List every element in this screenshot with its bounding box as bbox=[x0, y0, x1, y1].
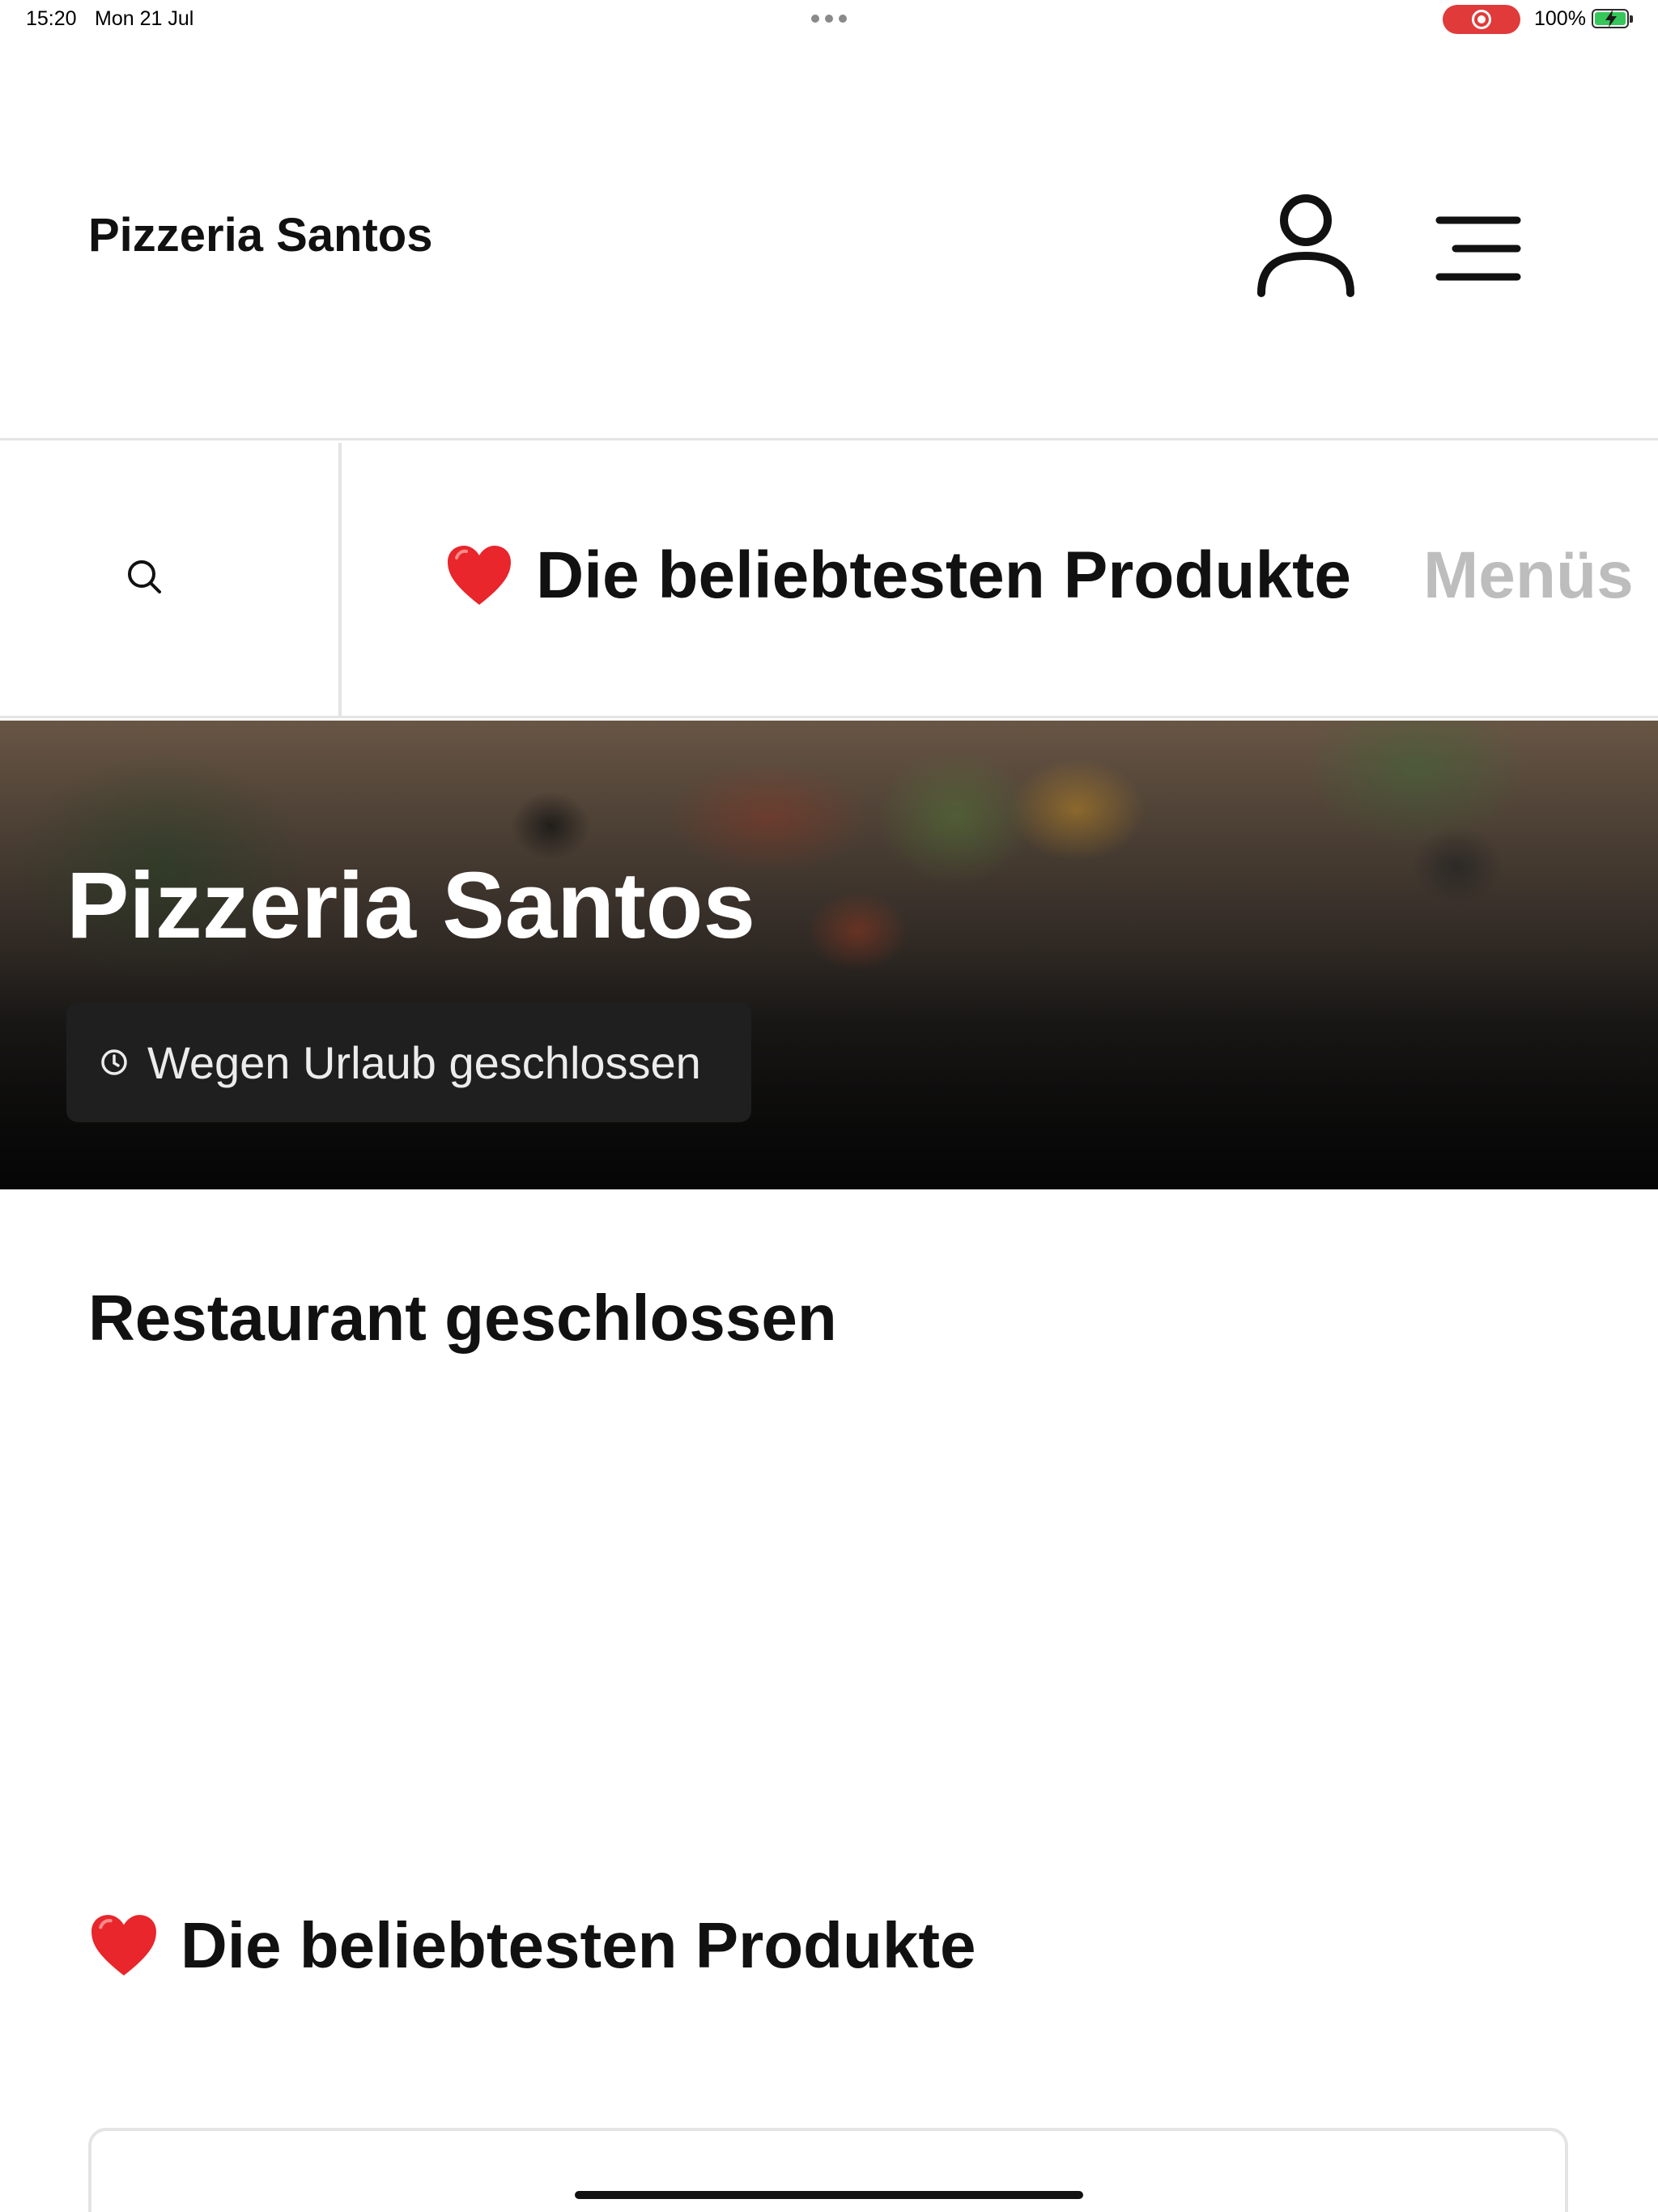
popular-products-heading: Die beliebtesten Produkte bbox=[88, 1912, 976, 1979]
home-indicator[interactable] bbox=[575, 2191, 1083, 2199]
search-button[interactable] bbox=[0, 443, 342, 716]
heart-icon bbox=[448, 546, 511, 605]
account-button[interactable] bbox=[1255, 191, 1357, 301]
opening-status-badge: Wegen Urlaub geschlossen bbox=[66, 1002, 751, 1122]
battery-percent: 100% bbox=[1534, 7, 1586, 30]
tab-popular-products[interactable]: Die beliebtesten Produkte bbox=[445, 542, 1351, 609]
brand-name[interactable]: Pizzeria Santos bbox=[88, 212, 432, 259]
multitasking-dots-icon[interactable] bbox=[811, 15, 847, 23]
menu-button[interactable] bbox=[1433, 212, 1530, 285]
status-bar: 15:20 Mon 21 Jul 100% bbox=[0, 0, 1658, 39]
status-date: Mon 21 Jul bbox=[95, 7, 194, 30]
tab-menus[interactable]: Menüs bbox=[1423, 542, 1634, 609]
opening-status-text: Wegen Urlaub geschlossen bbox=[147, 1036, 701, 1088]
restaurant-closed-heading: Restaurant geschlossen bbox=[88, 1282, 837, 1354]
tab-label: Die beliebtesten Produkte bbox=[536, 538, 1352, 612]
search-icon bbox=[128, 560, 161, 593]
status-time: 15:20 bbox=[26, 7, 77, 30]
screen-recording-icon[interactable] bbox=[1443, 5, 1520, 34]
category-nav: Die beliebtesten Produkte Menüs bbox=[0, 443, 1658, 718]
battery-icon bbox=[1592, 9, 1633, 28]
site-header: Pizzeria Santos bbox=[0, 39, 1658, 440]
hero-title: Pizzeria Santos bbox=[66, 853, 755, 958]
clock-icon bbox=[101, 1049, 127, 1075]
product-card[interactable] bbox=[88, 2128, 1568, 2212]
category-tabs[interactable]: Die beliebtesten Produkte Menüs bbox=[345, 443, 1658, 716]
tab-label: Menüs bbox=[1423, 538, 1634, 612]
charging-bolt-icon bbox=[1605, 10, 1617, 28]
section-title: Die beliebtesten Produkte bbox=[181, 1909, 976, 1981]
hamburger-menu-icon bbox=[1435, 216, 1521, 281]
hero-banner: Pizzeria Santos Wegen Urlaub geschlossen bbox=[0, 721, 1658, 1189]
person-icon bbox=[1257, 194, 1354, 297]
heart-icon bbox=[91, 1915, 156, 1976]
